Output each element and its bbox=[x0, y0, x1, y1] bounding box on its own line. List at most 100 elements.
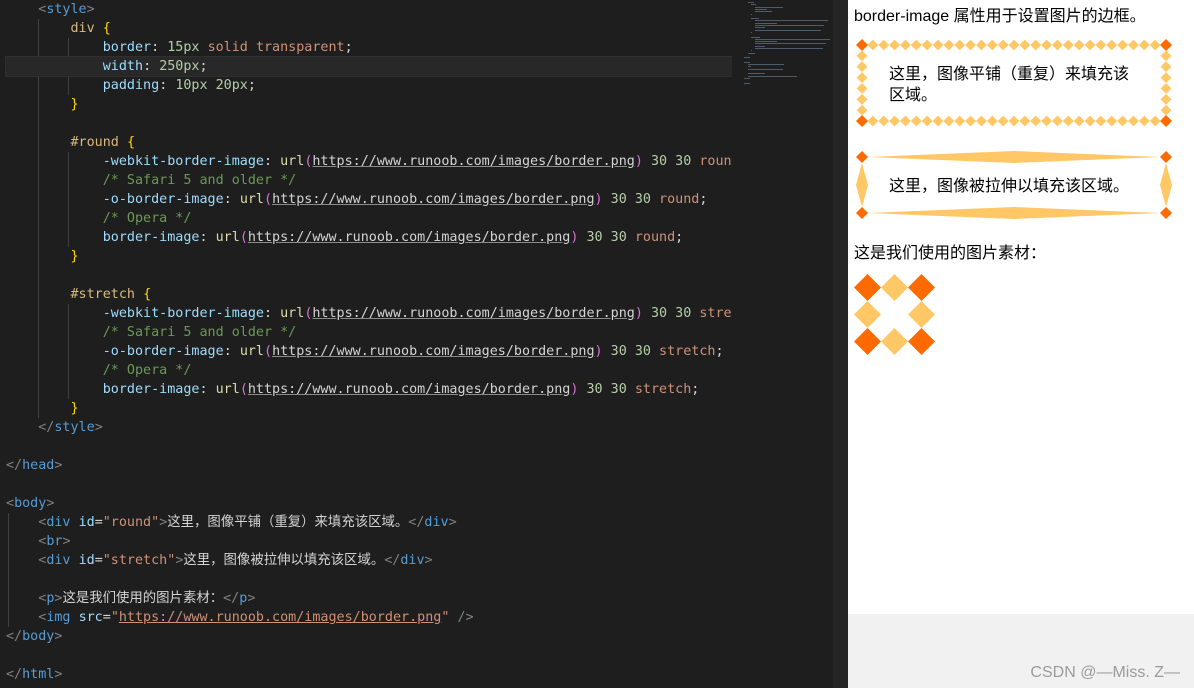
code-line[interactable]: #stretch { bbox=[6, 285, 732, 304]
edge-diamond bbox=[943, 115, 955, 127]
code-token: id bbox=[78, 553, 95, 568]
edge-diamond bbox=[889, 115, 900, 127]
code-line[interactable]: </html> bbox=[6, 665, 732, 684]
code-line[interactable]: div { bbox=[6, 19, 732, 38]
code-line[interactable]: width: 250px; bbox=[5, 56, 732, 77]
code-line[interactable] bbox=[6, 266, 732, 285]
code-token: ; bbox=[199, 59, 208, 74]
code-line[interactable]: } bbox=[6, 95, 732, 114]
corner-diamond bbox=[856, 151, 868, 163]
edge-diamond bbox=[986, 39, 998, 51]
sample-corner-diamond bbox=[854, 274, 881, 301]
corner-diamond bbox=[1160, 115, 1172, 127]
minimap-line bbox=[754, 25, 824, 26]
edge-diamond bbox=[1160, 61, 1172, 73]
code-line[interactable]: padding: 10px 20px; bbox=[6, 76, 732, 95]
code-line[interactable] bbox=[6, 475, 732, 494]
code-line[interactable]: border: 15px solid transparent; bbox=[6, 38, 732, 57]
stretched-left-diamond bbox=[856, 163, 868, 207]
minimap-line bbox=[744, 82, 751, 84]
edge-diamond bbox=[1041, 39, 1052, 51]
code-token: > bbox=[62, 534, 71, 549]
edge-diamond bbox=[932, 39, 944, 51]
code-token: : bbox=[159, 78, 176, 93]
code-line[interactable]: /* Opera */ bbox=[6, 209, 732, 228]
code-line[interactable]: <p>这是我们使用的图片素材：</p> bbox=[6, 589, 732, 608]
minimap[interactable] bbox=[732, 0, 833, 688]
code-token: div bbox=[70, 21, 95, 36]
code-token: 30 bbox=[650, 306, 668, 321]
code-token: url bbox=[215, 382, 240, 397]
corner-diamond bbox=[856, 207, 868, 219]
code-token: round bbox=[699, 154, 732, 169]
sample-edge-diamond bbox=[881, 274, 908, 301]
code-token: https://www.runoob.com/images/border.png bbox=[272, 344, 595, 359]
code-token: transparent bbox=[255, 40, 345, 55]
code-token: 30 bbox=[586, 230, 603, 245]
code-editor[interactable]: <style> div { border: 15px solid transpa… bbox=[0, 0, 732, 688]
code-lines[interactable]: <style> div { border: 15px solid transpa… bbox=[5, 0, 732, 684]
code-token: </ bbox=[38, 420, 55, 435]
code-line[interactable]: /* Safari 5 and older */ bbox=[6, 171, 732, 190]
code-token: </ bbox=[6, 629, 23, 644]
code-token: > bbox=[54, 629, 63, 644]
code-token: : bbox=[223, 192, 240, 207]
code-line[interactable]: #round { bbox=[6, 133, 732, 152]
code-line[interactable]: } bbox=[6, 399, 732, 418]
code-line[interactable]: <br> bbox=[6, 532, 732, 551]
code-token: : bbox=[143, 59, 160, 74]
code-line[interactable]: <style> bbox=[6, 0, 732, 19]
code-line[interactable]: border-image: url(https://www.runoob.com… bbox=[6, 228, 732, 247]
stretch-box-text: 这里，图像被拉伸以填充该区域。 bbox=[889, 178, 1130, 195]
code-line[interactable]: -webkit-border-image: url(https://www.ru… bbox=[6, 152, 732, 171]
minimap-line bbox=[751, 50, 753, 52]
code-line[interactable]: <div id="round">这里，图像平铺（重复）来填充该区域。</div> bbox=[6, 513, 732, 532]
code-token: https://www.runoob.com/images/border.png bbox=[247, 230, 571, 245]
code-line[interactable]: <img src="https://www.runoob.com/images/… bbox=[6, 608, 732, 627]
code-line[interactable]: /* Opera */ bbox=[6, 361, 732, 380]
code-token: > bbox=[94, 420, 103, 435]
code-token: br bbox=[46, 534, 63, 549]
edge-diamond bbox=[1117, 115, 1128, 127]
code-token: : bbox=[223, 344, 240, 359]
code-line[interactable]: -o-border-image: url(https://www.runoob.… bbox=[6, 190, 732, 209]
editor-scrollbar[interactable] bbox=[833, 0, 848, 688]
code-token: ) bbox=[594, 344, 603, 359]
code-line[interactable] bbox=[6, 114, 732, 133]
code-line[interactable]: <body> bbox=[6, 494, 732, 513]
code-line[interactable]: -webkit-border-image: url(https://www.ru… bbox=[6, 304, 732, 323]
edge-diamond bbox=[1160, 50, 1172, 62]
code-line[interactable]: </style> bbox=[6, 418, 732, 437]
code-line[interactable]: <div id="stretch">这里，图像被拉伸以填充该区域。</div> bbox=[6, 551, 732, 570]
code-token: stretch bbox=[699, 306, 732, 321]
code-line[interactable] bbox=[6, 570, 732, 589]
edge-diamond bbox=[997, 39, 1009, 51]
code-line[interactable]: -o-border-image: url(https://www.runoob.… bbox=[6, 342, 732, 361]
code-token: https://www.runoob.com/images/border.png bbox=[272, 192, 595, 207]
code-line[interactable]: } bbox=[6, 247, 732, 266]
preview-title: border-image 属性用于设置图片的边框。 bbox=[854, 8, 1146, 25]
code-line[interactable] bbox=[6, 646, 732, 665]
code-line[interactable]: /* Safari 5 and older */ bbox=[6, 323, 732, 342]
code-line[interactable]: </body> bbox=[6, 627, 732, 646]
sample-corner-diamond bbox=[854, 328, 881, 355]
edge-diamond bbox=[910, 115, 922, 127]
code-line[interactable]: border-image: url(https://www.runoob.com… bbox=[6, 380, 732, 399]
edge-diamond bbox=[965, 115, 976, 127]
code-line[interactable] bbox=[6, 437, 732, 456]
code-token: div bbox=[400, 553, 425, 568]
code-line[interactable]: </head> bbox=[6, 456, 732, 475]
stretch-border-box: 这里，图像被拉伸以填充该区域。 bbox=[854, 149, 1174, 221]
code-token: ( bbox=[264, 344, 273, 359]
code-token: </ bbox=[6, 667, 23, 682]
